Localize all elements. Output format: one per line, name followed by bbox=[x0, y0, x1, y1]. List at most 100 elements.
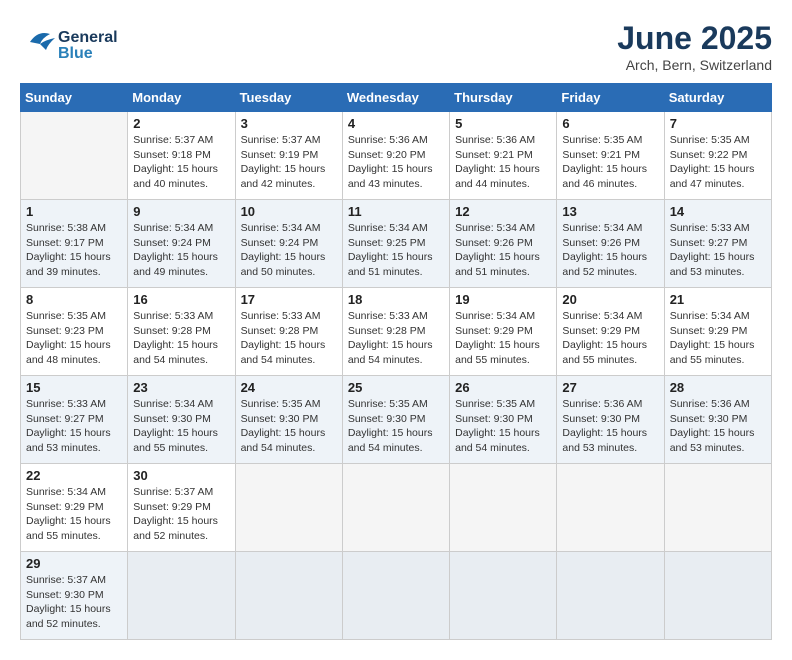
calendar-cell: 29Sunrise: 5:37 AMSunset: 9:30 PMDayligh… bbox=[21, 552, 128, 640]
sunset-text: Sunset: 9:28 PM bbox=[348, 325, 426, 337]
daylight-text: Daylight: 15 hours and 54 minutes. bbox=[348, 339, 433, 366]
daylight-text: Daylight: 15 hours and 55 minutes. bbox=[562, 339, 647, 366]
day-info: Sunrise: 5:35 AMSunset: 9:30 PMDaylight:… bbox=[348, 397, 444, 456]
day-info: Sunrise: 5:33 AMSunset: 9:27 PMDaylight:… bbox=[670, 221, 766, 280]
day-info: Sunrise: 5:36 AMSunset: 9:30 PMDaylight:… bbox=[562, 397, 658, 456]
daylight-text: Daylight: 15 hours and 52 minutes. bbox=[562, 251, 647, 278]
calendar-cell bbox=[450, 552, 557, 640]
sunset-text: Sunset: 9:29 PM bbox=[455, 325, 533, 337]
sunset-text: Sunset: 9:29 PM bbox=[26, 501, 104, 513]
calendar-cell bbox=[342, 552, 449, 640]
calendar-cell: 7Sunrise: 5:35 AMSunset: 9:22 PMDaylight… bbox=[664, 112, 771, 200]
sunrise-text: Sunrise: 5:34 AM bbox=[241, 222, 321, 234]
logo: General Blue bbox=[20, 20, 140, 70]
day-number: 10 bbox=[241, 204, 337, 219]
day-info: Sunrise: 5:33 AMSunset: 9:28 PMDaylight:… bbox=[348, 309, 444, 368]
sunrise-text: Sunrise: 5:33 AM bbox=[241, 310, 321, 322]
day-number: 19 bbox=[455, 292, 551, 307]
title-area: June 2025 Arch, Bern, Switzerland bbox=[617, 20, 772, 73]
svg-text:Blue: Blue bbox=[58, 45, 93, 62]
col-header-saturday: Saturday bbox=[664, 84, 771, 112]
day-info: Sunrise: 5:35 AMSunset: 9:21 PMDaylight:… bbox=[562, 133, 658, 192]
calendar-cell: 3Sunrise: 5:37 AMSunset: 9:19 PMDaylight… bbox=[235, 112, 342, 200]
sunset-text: Sunset: 9:17 PM bbox=[26, 237, 104, 249]
sunrise-text: Sunrise: 5:36 AM bbox=[670, 398, 750, 410]
day-number: 17 bbox=[241, 292, 337, 307]
calendar-cell: 21 Sunrise: 5:34 AMSunset: 9:29 PMDayligh… bbox=[664, 288, 771, 376]
sunrise-text: Sunrise: 5:37 AM bbox=[241, 134, 321, 146]
day-number: 4 bbox=[348, 116, 444, 131]
calendar-cell: 27Sunrise: 5:36 AMSunset: 9:30 PMDayligh… bbox=[557, 376, 664, 464]
day-number: 3 bbox=[241, 116, 337, 131]
sunrise-text: Sunrise: 5:36 AM bbox=[348, 134, 428, 146]
sunset-text: Sunset: 9:23 PM bbox=[26, 325, 104, 337]
calendar-cell bbox=[342, 464, 449, 552]
calendar-cell: 10Sunrise: 5:34 AMSunset: 9:24 PMDayligh… bbox=[235, 200, 342, 288]
day-number: 20 bbox=[562, 292, 658, 307]
day-info: Sunrise: 5:35 AMSunset: 9:22 PMDaylight:… bbox=[670, 133, 766, 192]
day-info: Sunrise: 5:33 AMSunset: 9:28 PMDaylight:… bbox=[133, 309, 229, 368]
sunrise-text: Sunrise: 5:38 AM bbox=[26, 222, 106, 234]
sunrise-text: Sunrise: 5:34 AM bbox=[348, 222, 428, 234]
daylight-text: Daylight: 15 hours and 53 minutes. bbox=[26, 427, 111, 454]
calendar-week-row: 8Sunrise: 5:35 AMSunset: 9:23 PMDaylight… bbox=[21, 288, 772, 376]
calendar-week-row: 22Sunrise: 5:34 AMSunset: 9:29 PMDayligh… bbox=[21, 464, 772, 552]
sunrise-text: Sunrise: 5:34 AM bbox=[133, 222, 213, 234]
sunrise-text: Sunrise: 5:34 AM bbox=[670, 310, 750, 322]
logo-svg: General Blue bbox=[20, 20, 140, 70]
daylight-text: Daylight: 15 hours and 53 minutes. bbox=[562, 427, 647, 454]
sunset-text: Sunset: 9:30 PM bbox=[455, 413, 533, 425]
daylight-text: Daylight: 15 hours and 40 minutes. bbox=[133, 163, 218, 190]
day-info: Sunrise: 5:33 AM Sunset: 9:28 PM Daylight:… bbox=[241, 309, 337, 368]
sunrise-text: Sunrise: 5:34 AM bbox=[562, 310, 642, 322]
day-info: Sunrise: 5:34 AMSunset: 9:29 PMDaylight:… bbox=[670, 309, 766, 368]
day-info: Sunrise: 5:34 AMSunset: 9:26 PMDaylight:… bbox=[562, 221, 658, 280]
sunrise-text: Sunrise: 5:35 AM bbox=[241, 398, 321, 410]
calendar-week-row: 29Sunrise: 5:37 AMSunset: 9:30 PMDayligh… bbox=[21, 552, 772, 640]
calendar-cell bbox=[21, 112, 128, 200]
sunset-text: Sunset: 9:27 PM bbox=[26, 413, 104, 425]
daylight-text: Daylight: 15 hours and 49 minutes. bbox=[133, 251, 218, 278]
sunset-text: Sunset: 9:30 PM bbox=[562, 413, 640, 425]
calendar-week-row: 15Sunrise: 5:33 AMSunset: 9:27 PMDayligh… bbox=[21, 376, 772, 464]
calendar-cell: 30Sunrise: 5:37 AMSunset: 9:29 PMDayligh… bbox=[128, 464, 235, 552]
day-info: Sunrise: 5:34 AMSunset: 9:26 PMDaylight:… bbox=[455, 221, 551, 280]
daylight-text: Daylight: 15 hours and 54 minutes. bbox=[348, 427, 433, 454]
day-info: Sunrise: 5:35 AMSunset: 9:30 PMDaylight:… bbox=[455, 397, 551, 456]
day-info: Sunrise: 5:37 AMSunset: 9:29 PMDaylight:… bbox=[133, 485, 229, 544]
calendar-cell: 6Sunrise: 5:35 AMSunset: 9:21 PMDaylight… bbox=[557, 112, 664, 200]
daylight-text: Daylight: 15 hours and 54 minutes. bbox=[133, 339, 218, 366]
daylight-text: Daylight: 15 hours and 44 minutes. bbox=[455, 163, 540, 190]
calendar-cell: 12Sunrise: 5:34 AMSunset: 9:26 PMDayligh… bbox=[450, 200, 557, 288]
sunrise-text: Sunrise: 5:35 AM bbox=[455, 398, 535, 410]
sunset-text: Sunset: 9:24 PM bbox=[241, 237, 319, 249]
day-number: 29 bbox=[26, 556, 122, 571]
day-number: 9 bbox=[133, 204, 229, 219]
sunset-text: Sunset: 9:28 PM bbox=[241, 325, 319, 337]
calendar-cell: 2Sunrise: 5:37 AMSunset: 9:18 PMDaylight… bbox=[128, 112, 235, 200]
sunset-text: Sunset: 9:24 PM bbox=[133, 237, 211, 249]
calendar-cell bbox=[557, 552, 664, 640]
calendar-cell: 13Sunrise: 5:34 AMSunset: 9:26 PMDayligh… bbox=[557, 200, 664, 288]
day-info: Sunrise: 5:33 AMSunset: 9:27 PMDaylight:… bbox=[26, 397, 122, 456]
day-number: 21 bbox=[670, 292, 766, 307]
calendar-cell bbox=[128, 552, 235, 640]
day-info: Sunrise: 5:34 AMSunset: 9:29 PMDaylight:… bbox=[562, 309, 658, 368]
calendar-cell: 19Sunrise: 5:34 AMSunset: 9:29 PMDayligh… bbox=[450, 288, 557, 376]
daylight-text: Daylight: 15 hours and 52 minutes. bbox=[133, 515, 218, 542]
day-info: Sunrise: 5:34 AMSunset: 9:29 PMDaylight:… bbox=[26, 485, 122, 544]
calendar-cell: 16Sunrise: 5:33 AMSunset: 9:28 PMDayligh… bbox=[128, 288, 235, 376]
daylight-text: Daylight: 15 hours and 54 minutes. bbox=[241, 339, 326, 366]
day-info: Sunrise: 5:36 AMSunset: 9:21 PMDaylight:… bbox=[455, 133, 551, 192]
day-number: 2 bbox=[133, 116, 229, 131]
calendar-cell: 24Sunrise: 5:35 AMSunset: 9:30 PMDayligh… bbox=[235, 376, 342, 464]
calendar-cell bbox=[235, 464, 342, 552]
calendar-cell: 15Sunrise: 5:33 AMSunset: 9:27 PMDayligh… bbox=[21, 376, 128, 464]
sunrise-text: Sunrise: 5:34 AM bbox=[455, 310, 535, 322]
sunset-text: Sunset: 9:30 PM bbox=[26, 589, 104, 601]
calendar-cell: 14Sunrise: 5:33 AMSunset: 9:27 PMDayligh… bbox=[664, 200, 771, 288]
day-info: Sunrise: 5:34 AM Sunset: 9:24 PM Daylight:… bbox=[133, 221, 229, 280]
sunrise-text: Sunrise: 5:34 AM bbox=[133, 398, 213, 410]
sunrise-text: Sunrise: 5:37 AM bbox=[133, 134, 213, 146]
calendar-cell bbox=[557, 464, 664, 552]
